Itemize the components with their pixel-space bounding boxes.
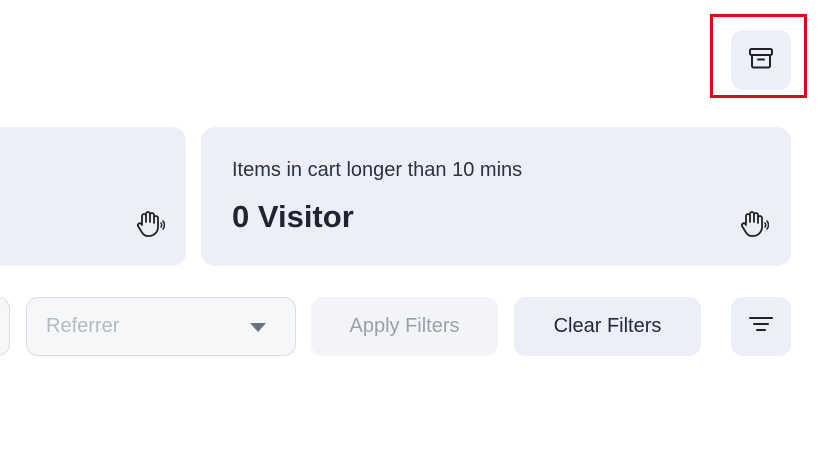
stat-card-value: 0 Visitor xyxy=(232,199,354,234)
hand-wave-icon xyxy=(133,207,166,244)
referrer-select[interactable]: Referrer xyxy=(26,297,296,356)
stat-card-left xyxy=(0,127,186,266)
apply-filters-button[interactable]: Apply Filters xyxy=(311,297,498,356)
caret-down-icon xyxy=(250,323,266,332)
highlight-box xyxy=(710,14,807,98)
clear-filters-label: Clear Filters xyxy=(553,315,662,337)
apply-filters-label: Apply Filters xyxy=(349,315,460,337)
referrer-placeholder: Referrer xyxy=(46,315,120,337)
stat-card-label: Items in cart longer than 10 mins xyxy=(232,159,523,181)
hand-wave-icon xyxy=(737,207,770,244)
previous-filter-select[interactable] xyxy=(0,297,10,356)
stat-card-cart-time: Items in cart longer than 10 mins 0 Visi… xyxy=(201,127,791,266)
clear-filters-button[interactable]: Clear Filters xyxy=(514,297,701,356)
filter-options-button[interactable] xyxy=(731,297,791,356)
filter-lines-icon xyxy=(747,310,775,343)
